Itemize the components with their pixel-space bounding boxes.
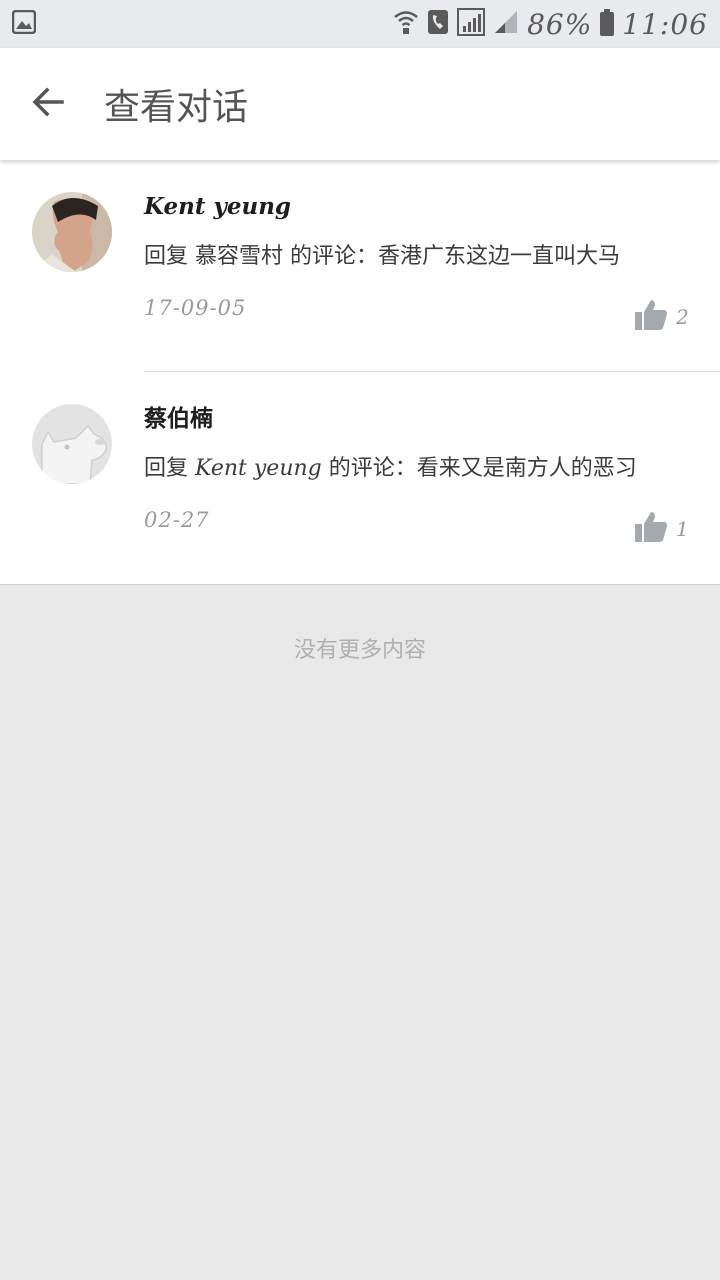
image-icon — [11, 9, 37, 38]
comment-body: 蔡伯楠 回复 Kent yeung 的评论：看来又是南方人的恶习 02-27 — [144, 402, 690, 532]
reply-content: 的评论：看来又是南方人的恶习 — [328, 456, 637, 481]
clock: 11:06 — [622, 7, 708, 41]
like-button[interactable]: 1 — [634, 510, 690, 548]
battery-level: 86% — [527, 7, 593, 41]
battery-icon — [600, 9, 615, 36]
comment-text: 回复 Kent yeung 的评论：看来又是南方人的恶习 — [144, 452, 690, 486]
author-name[interactable]: Kent yeung — [144, 190, 690, 224]
status-bar: 86% 11:06 — [0, 0, 720, 48]
comment-body: Kent yeung 回复 慕容雪村 的评论：香港广东这边一直叫大马 17-09… — [144, 190, 690, 320]
comment-date: 02-27 — [144, 508, 210, 532]
signal-icon — [457, 8, 486, 40]
app-bar: 查看对话 — [0, 48, 720, 160]
reply-prefix: 回复 — [144, 456, 189, 481]
thumbs-up-icon — [634, 298, 668, 336]
page-title: 查看对话 — [104, 87, 249, 128]
comment-item[interactable]: Kent yeung 回复 慕容雪村 的评论：香港广东这边一直叫大马 17-09… — [0, 160, 720, 372]
reply-prefix: 回复 — [144, 244, 189, 269]
reply-content: 的评论：香港广东这边一直叫大马 — [290, 244, 621, 269]
author-name[interactable]: 蔡伯楠 — [144, 402, 690, 436]
thumbs-up-icon — [634, 510, 668, 548]
reply-target[interactable]: 慕容雪村 — [195, 244, 283, 269]
comment-text: 回复 慕容雪村 的评论：香港广东这边一直叫大马 — [144, 240, 690, 274]
like-button[interactable]: 2 — [634, 298, 690, 336]
wifi-call-icon — [393, 9, 419, 39]
reply-target[interactable]: Kent yeung — [195, 456, 322, 481]
like-count: 1 — [676, 517, 689, 541]
back-button[interactable] — [0, 48, 96, 160]
phone-icon — [427, 9, 449, 39]
signal-weak-icon — [493, 9, 519, 39]
no-more-content-label: 没有更多内容 — [293, 638, 426, 663]
avatar[interactable] — [32, 404, 112, 484]
comment-item[interactable]: 蔡伯楠 回复 Kent yeung 的评论：看来又是南方人的恶习 02-27 1 — [0, 372, 720, 584]
like-count: 2 — [676, 305, 689, 329]
comment-date: 17-09-05 — [144, 296, 247, 320]
arrow-left-icon — [30, 84, 66, 124]
avatar[interactable] — [32, 192, 112, 272]
comment-list: Kent yeung 回复 慕容雪村 的评论：香港广东这边一直叫大马 17-09… — [0, 160, 720, 585]
